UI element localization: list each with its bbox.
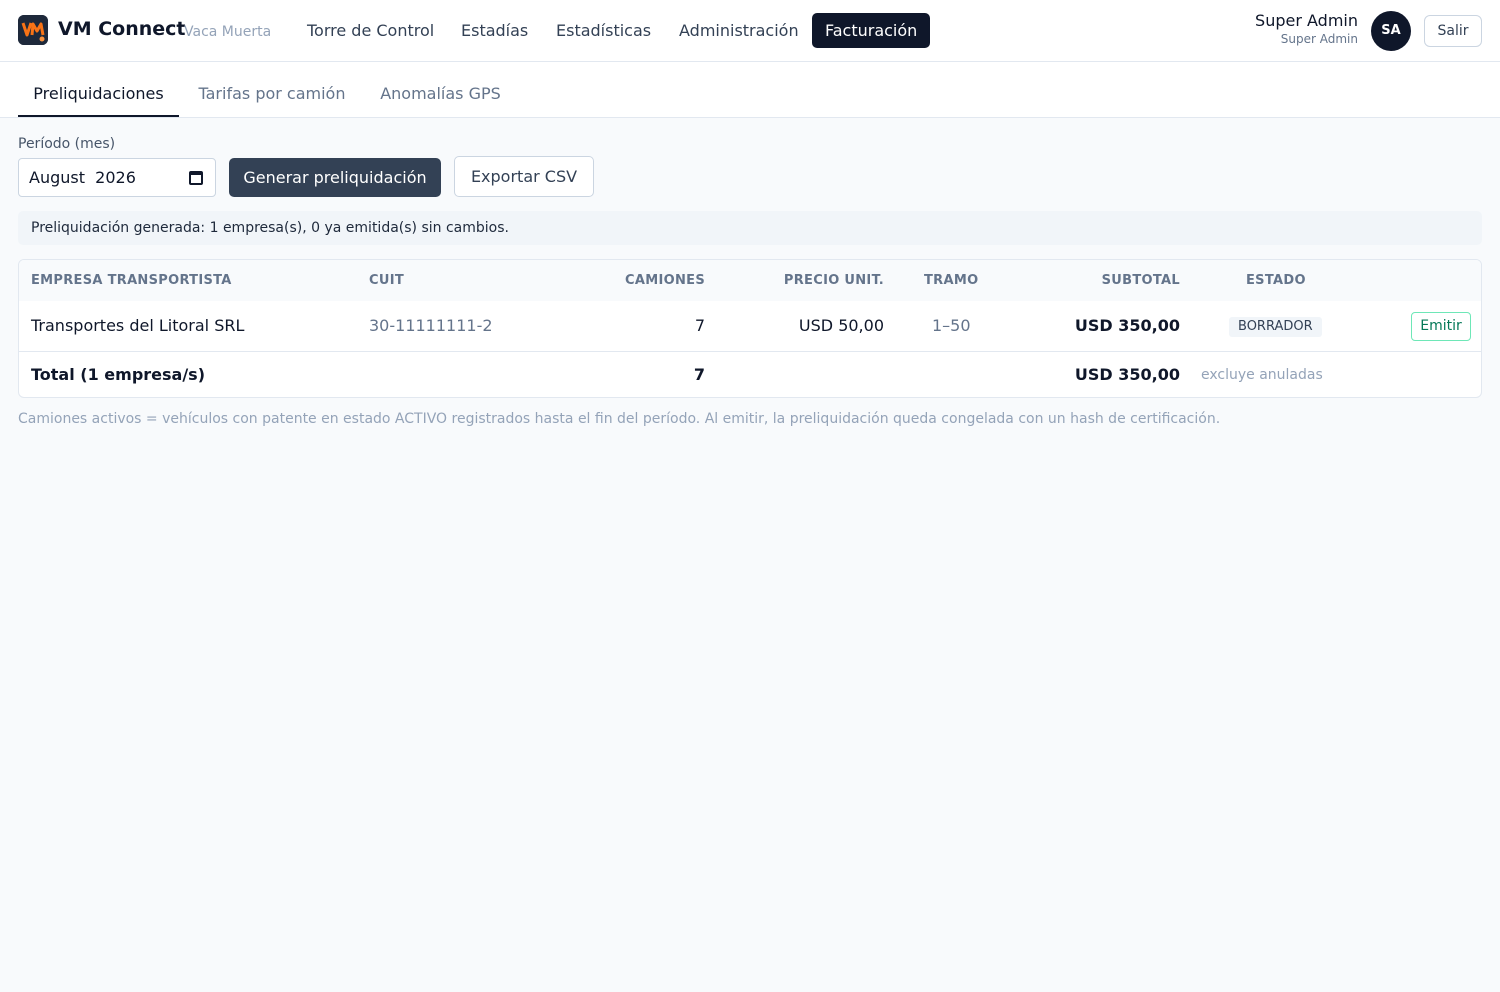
nav-item-administracion[interactable]: Administración	[666, 13, 812, 48]
user-role: Super Admin	[1280, 32, 1358, 46]
cell-tramo: 1–50	[932, 316, 971, 335]
logout-button[interactable]: Salir	[1424, 15, 1482, 47]
total-subtotal: USD 350,00	[1074, 365, 1180, 384]
tab-preliquidaciones[interactable]: Preliquidaciones	[18, 62, 179, 117]
header-subtotal: SUBTOTAL	[1101, 273, 1180, 288]
vm-logo-icon[interactable]	[18, 15, 48, 45]
sub-tabs: Preliquidaciones Tarifas por camión Anom…	[0, 62, 1500, 118]
top-navbar: VM Connect Vaca Muerta Torre de Control …	[0, 0, 1500, 62]
table-row: Transportes del Litoral SRL 30-11111111-…	[19, 301, 1481, 352]
period-month-value: August 2026	[29, 168, 136, 187]
cell-cuit: 30-11111111-2	[369, 316, 493, 335]
nav-item-torre-de-control[interactable]: Torre de Control	[294, 13, 447, 48]
header-cuit: CUIT	[369, 273, 405, 288]
period-label: Período (mes)	[18, 136, 116, 152]
total-label: Total (1 empresa/s)	[31, 365, 206, 384]
nav-item-estadias[interactable]: Estadías	[448, 13, 541, 48]
status-notice: Preliquidación generada: 1 empresa(s), 0…	[18, 211, 1482, 245]
export-csv-button[interactable]: Exportar CSV	[454, 156, 594, 197]
period-month-input[interactable]: August 2026	[18, 158, 216, 197]
nav-item-estadisticas[interactable]: Estadísticas	[543, 13, 664, 48]
brand-subtitle: Vaca Muerta	[184, 24, 272, 40]
total-note: excluye anuladas	[1201, 367, 1323, 383]
header-precio-unit: PRECIO UNIT.	[783, 273, 884, 288]
calendar-icon[interactable]	[189, 171, 203, 185]
avatar[interactable]: SA	[1371, 11, 1411, 51]
cell-subtotal: USD 350,00	[1074, 316, 1180, 335]
header-empresa: EMPRESA TRANSPORTISTA	[31, 273, 232, 288]
emit-button[interactable]: Emitir	[1411, 312, 1471, 341]
preliquidation-table: EMPRESA TRANSPORTISTA CUIT CAMIONES PREC…	[18, 259, 1482, 398]
header-estado: ESTADO	[1246, 273, 1306, 288]
generate-preliquidation-button[interactable]: Generar preliquidación	[229, 158, 441, 197]
table-total-row: Total (1 empresa/s) 7 USD 350,00 excluye…	[19, 352, 1481, 397]
brand-name[interactable]: VM Connect	[58, 18, 186, 40]
cell-empresa: Transportes del Litoral SRL	[31, 316, 245, 335]
total-camiones: 7	[693, 365, 705, 384]
cell-precio-unit: USD 50,00	[798, 316, 884, 335]
user-name: Super Admin	[1255, 11, 1358, 30]
tab-tarifas-por-camion[interactable]: Tarifas por camión	[193, 62, 351, 117]
table-header: EMPRESA TRANSPORTISTA CUIT CAMIONES PREC…	[19, 260, 1481, 301]
nav-item-facturacion[interactable]: Facturación	[812, 13, 931, 48]
tab-anomalias-gps[interactable]: Anomalías GPS	[372, 62, 509, 117]
header-camiones: CAMIONES	[625, 273, 705, 288]
header-tramo: TRAMO	[924, 273, 979, 288]
status-badge: BORRADOR	[1229, 317, 1322, 337]
cell-camiones: 7	[694, 316, 705, 335]
footnote: Camiones activos = vehículos con patente…	[18, 411, 1221, 427]
